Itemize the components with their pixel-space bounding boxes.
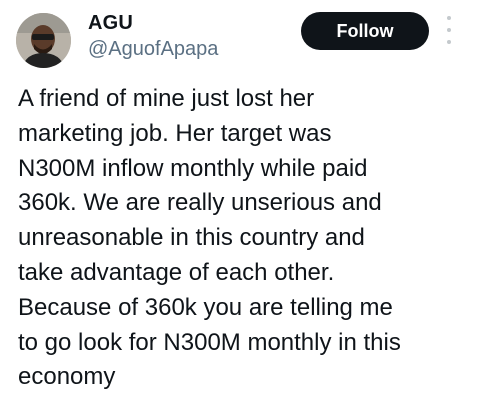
dot [447,28,451,32]
more-vertical-icon[interactable] [441,16,457,44]
tweet-text: A friend of mine just lost her marketing… [18,85,401,391]
follow-button[interactable]: Follow [301,12,429,50]
tweet-card: AGU @AguofApapa Follow A friend of mine … [0,0,480,401]
dot [447,40,451,44]
author-name[interactable]: AGU [88,12,133,35]
dot [447,16,451,20]
profile-photo-icon [16,13,71,68]
avatar[interactable] [16,13,71,68]
author-handle[interactable]: @AguofApapa [88,38,218,61]
